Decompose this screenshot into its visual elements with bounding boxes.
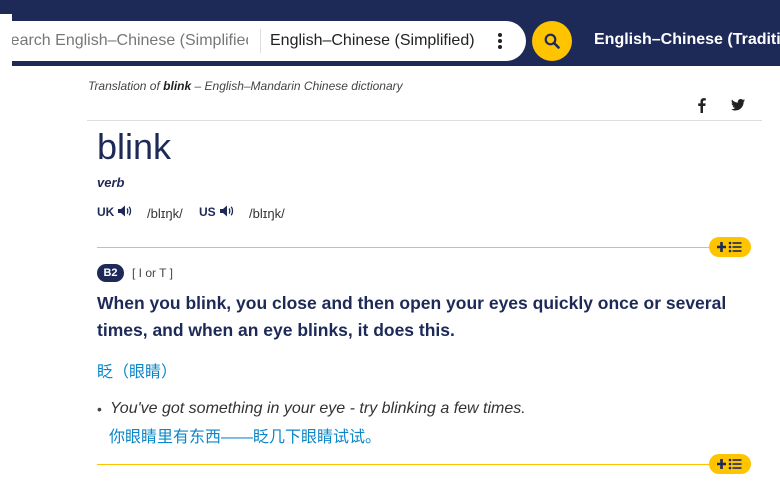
search-icon — [544, 33, 560, 49]
region-label-uk: UK — [97, 205, 115, 219]
pronunciation-us: US — [199, 204, 235, 219]
sense-divider — [97, 464, 711, 465]
add-to-list-icon — [717, 458, 742, 470]
speaker-icon[interactable] — [117, 204, 133, 218]
facebook-icon[interactable] — [693, 96, 711, 114]
pronunciation-uk: UK — [97, 204, 133, 219]
top-strip — [0, 0, 780, 14]
ipa-us: /blɪŋk/ — [249, 206, 285, 221]
search-divider — [260, 29, 261, 53]
search-bar: English–Chinese (Simplified) — [12, 21, 526, 61]
breadcrumb-word: blink — [163, 79, 192, 93]
breadcrumb-prefix: Translation of — [88, 79, 160, 93]
definition-translation: 眨（眼睛） — [97, 364, 178, 381]
dictionary-select[interactable]: English–Chinese (Simplified) — [270, 21, 475, 61]
definition: When you blink, you close and then open … — [97, 293, 727, 340]
speaker-icon[interactable] — [219, 204, 235, 218]
add-to-wordlist-button[interactable] — [709, 237, 751, 257]
example-sentence: You've got something in your eye - try b… — [110, 400, 526, 417]
grammar-code: [ I or T ] — [132, 266, 173, 280]
level-badge: B2 — [97, 264, 124, 282]
add-to-list-icon — [717, 241, 742, 253]
breadcrumb: Translation of blink – English–Mandarin … — [88, 79, 403, 93]
search-button[interactable] — [532, 21, 572, 61]
breadcrumb-suffix: – English–Mandarin Chinese dictionary — [194, 79, 403, 93]
headword: blink — [97, 126, 172, 167]
part-of-speech: verb — [97, 175, 125, 190]
search-input[interactable] — [12, 21, 248, 61]
dictionary-link-traditional[interactable]: English–Chinese (Traditional) — [594, 14, 780, 66]
ipa-uk: /blɪŋk/ — [147, 206, 183, 221]
entry-divider — [97, 247, 711, 248]
more-options-icon[interactable] — [495, 31, 505, 51]
add-to-wordlist-button[interactable] — [709, 454, 751, 474]
example-bullet: • — [97, 401, 102, 417]
section-divider — [87, 120, 762, 121]
example-translation: 你眼睛里有东西——眨几下眼睛试试。 — [109, 429, 382, 446]
region-label-us: US — [199, 205, 216, 219]
twitter-icon[interactable] — [729, 96, 747, 114]
